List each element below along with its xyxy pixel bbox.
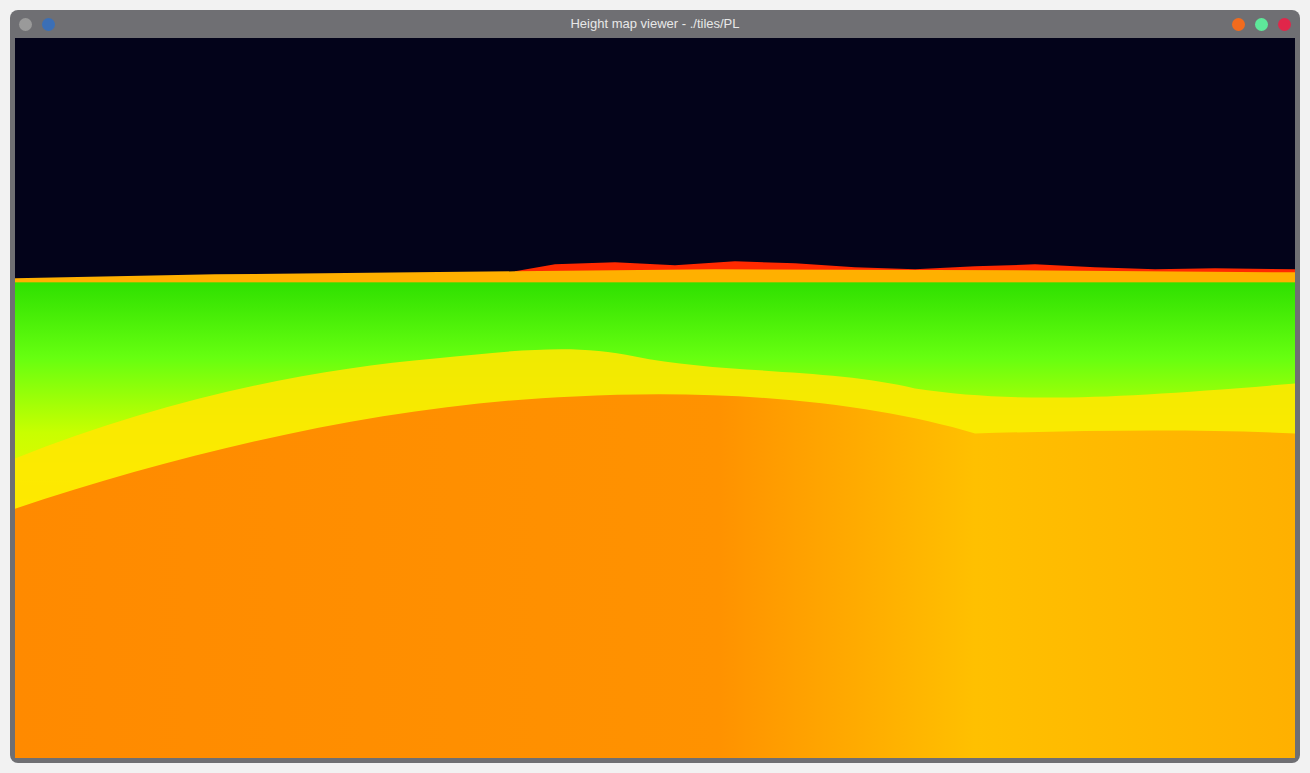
terrain-render — [15, 38, 1295, 758]
title-bar[interactable]: Height map viewer - ./tiles/PL — [10, 10, 1300, 38]
window: Height map viewer - ./tiles/PL — [10, 10, 1300, 763]
minimize-button[interactable] — [1232, 18, 1245, 31]
viewport[interactable] — [15, 38, 1295, 758]
desktop: Height map viewer - ./tiles/PL — [0, 0, 1310, 773]
app-menu-button[interactable] — [19, 18, 32, 31]
maximize-button[interactable] — [1255, 18, 1268, 31]
pin-button[interactable] — [42, 18, 55, 31]
window-title: Height map viewer - ./tiles/PL — [149, 14, 1161, 34]
close-button[interactable] — [1278, 18, 1291, 31]
